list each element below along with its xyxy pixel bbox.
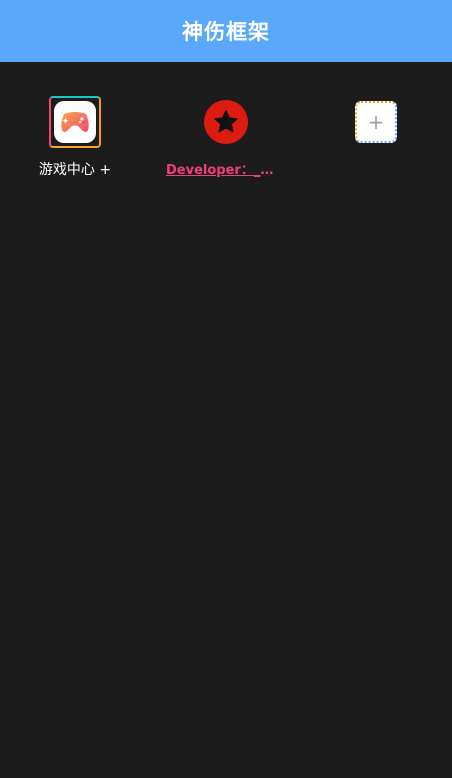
tile-developer[interactable]: Developer：_Mr... — [151, 96, 301, 178]
gamepad-icon — [49, 96, 101, 148]
header-title: 神伤框架 — [182, 20, 270, 44]
star-icon — [204, 100, 248, 144]
shortcut-grid: 游戏中心 + Developer：_Mr... + — [0, 96, 452, 186]
plus-icon: + — [367, 110, 385, 134]
tile-label-game-center: 游戏中心 + — [38, 162, 112, 178]
game-center-icon-box[interactable] — [49, 96, 101, 148]
developer-link[interactable]: Developer：_Mr... — [166, 159, 286, 178]
tile-game-center[interactable]: 游戏中心 + — [0, 96, 150, 179]
app-screen: 神伤框架 游戏中心 + Developer：_Mr... + — [0, 0, 452, 778]
app-header: 神伤框架 — [0, 0, 452, 62]
gamepad-glyph — [61, 112, 89, 132]
gamepad-icon-inner — [54, 101, 96, 143]
add-icon[interactable]: + — [355, 101, 397, 143]
star-glyph — [214, 110, 238, 133]
developer-icon-box[interactable] — [200, 96, 252, 148]
